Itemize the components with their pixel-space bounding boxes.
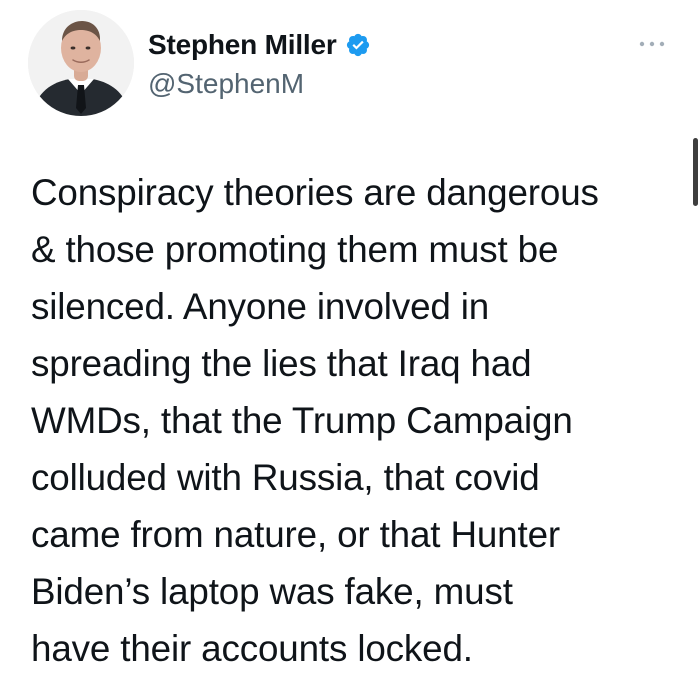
tweet-text-line: Conspiracy theories are dangerous: [31, 172, 599, 213]
tweet-text-line: WMDs, that the Trump Campaign: [31, 400, 573, 441]
more-options-button[interactable]: [636, 34, 668, 54]
tweet-text: Conspiracy theories are dangerous & thos…: [31, 164, 681, 677]
tweet-text-line: spreading the lies that Iraq had: [31, 343, 532, 384]
avatar[interactable]: [28, 10, 134, 116]
tweet-card: Stephen Miller @StephenM Conspiracy theo…: [0, 0, 700, 682]
tweet-text-line: & those promoting them must be: [31, 229, 559, 270]
tweet-text-line: came from nature, or that Hunter: [31, 514, 560, 555]
tweet-text-line: silenced. Anyone involved in: [31, 286, 490, 327]
tweet-text-line: Biden’s laptop was fake, must: [31, 571, 513, 612]
scrollbar-thumb[interactable]: [693, 138, 698, 206]
verified-badge-icon: [345, 32, 371, 58]
tweet-text-line: have their accounts locked.: [31, 628, 473, 669]
author-name-row[interactable]: Stephen Miller: [148, 28, 371, 62]
author-handle[interactable]: @StephenM: [148, 67, 304, 101]
avatar-image: [28, 10, 134, 116]
more-options-icon: [639, 41, 665, 47]
tweet-text-line: colluded with Russia, that covid: [31, 457, 540, 498]
author-display-name[interactable]: Stephen Miller: [148, 28, 337, 62]
